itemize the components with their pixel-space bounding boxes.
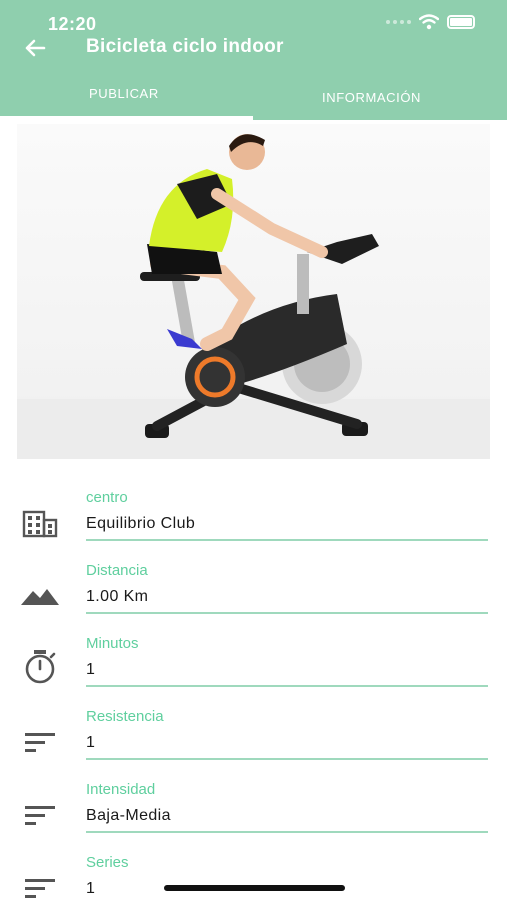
active-tab-indicator <box>0 116 253 120</box>
battery-icon <box>447 15 475 29</box>
field-resistencia[interactable]: Resistencia 1 <box>0 708 507 780</box>
field-value[interactable]: 1 <box>86 880 95 898</box>
arrow-left-icon <box>25 39 46 57</box>
back-button[interactable] <box>20 34 50 62</box>
tab-publicar[interactable]: PUBLICAR <box>89 86 159 101</box>
sort-lines-icon <box>20 722 60 762</box>
indoor-bike-illustration <box>17 134 490 459</box>
field-series[interactable]: Series 1 <box>0 854 507 900</box>
field-distancia[interactable]: Distancia 1.00 Km <box>0 562 507 634</box>
field-value[interactable]: 1.00 Km <box>86 588 148 606</box>
signal-icon <box>386 20 411 24</box>
status-time: 12:20 <box>48 14 97 34</box>
field-underline <box>86 612 488 614</box>
home-indicator <box>164 885 345 891</box>
sort-lines-icon <box>20 795 60 835</box>
mountain-icon <box>20 576 60 616</box>
sort-lines-icon <box>20 868 60 900</box>
field-value[interactable]: 1 <box>86 734 95 752</box>
status-icons <box>386 14 475 30</box>
page-title: Bicicleta ciclo indoor <box>86 36 284 57</box>
field-label: Minutos <box>86 635 139 652</box>
field-value[interactable]: 1 <box>86 661 95 679</box>
stopwatch-icon <box>20 647 60 687</box>
building-icon <box>20 503 60 543</box>
field-centro[interactable]: centro Equilibrio Club <box>0 489 507 561</box>
field-label: Resistencia <box>86 708 164 725</box>
field-underline <box>86 539 488 541</box>
wifi-icon <box>419 14 439 30</box>
field-intensidad[interactable]: Intensidad Baja-Media <box>0 781 507 853</box>
field-label: Series <box>86 854 129 871</box>
field-underline <box>86 685 488 687</box>
field-value[interactable]: Equilibrio Club <box>86 515 195 533</box>
field-label: Intensidad <box>86 781 156 798</box>
field-minutos[interactable]: Minutos 1 <box>0 635 507 707</box>
app-bar: 12:20 Bicicleta ciclo indoor PUBLICAR IN… <box>0 0 507 120</box>
field-label: Distancia <box>86 562 148 579</box>
exercise-image <box>17 124 490 459</box>
field-underline <box>86 758 488 760</box>
field-underline <box>86 831 488 833</box>
field-label: centro <box>86 489 128 506</box>
tab-informacion[interactable]: INFORMACIÓN <box>322 90 421 105</box>
field-value[interactable]: Baja-Media <box>86 807 171 825</box>
